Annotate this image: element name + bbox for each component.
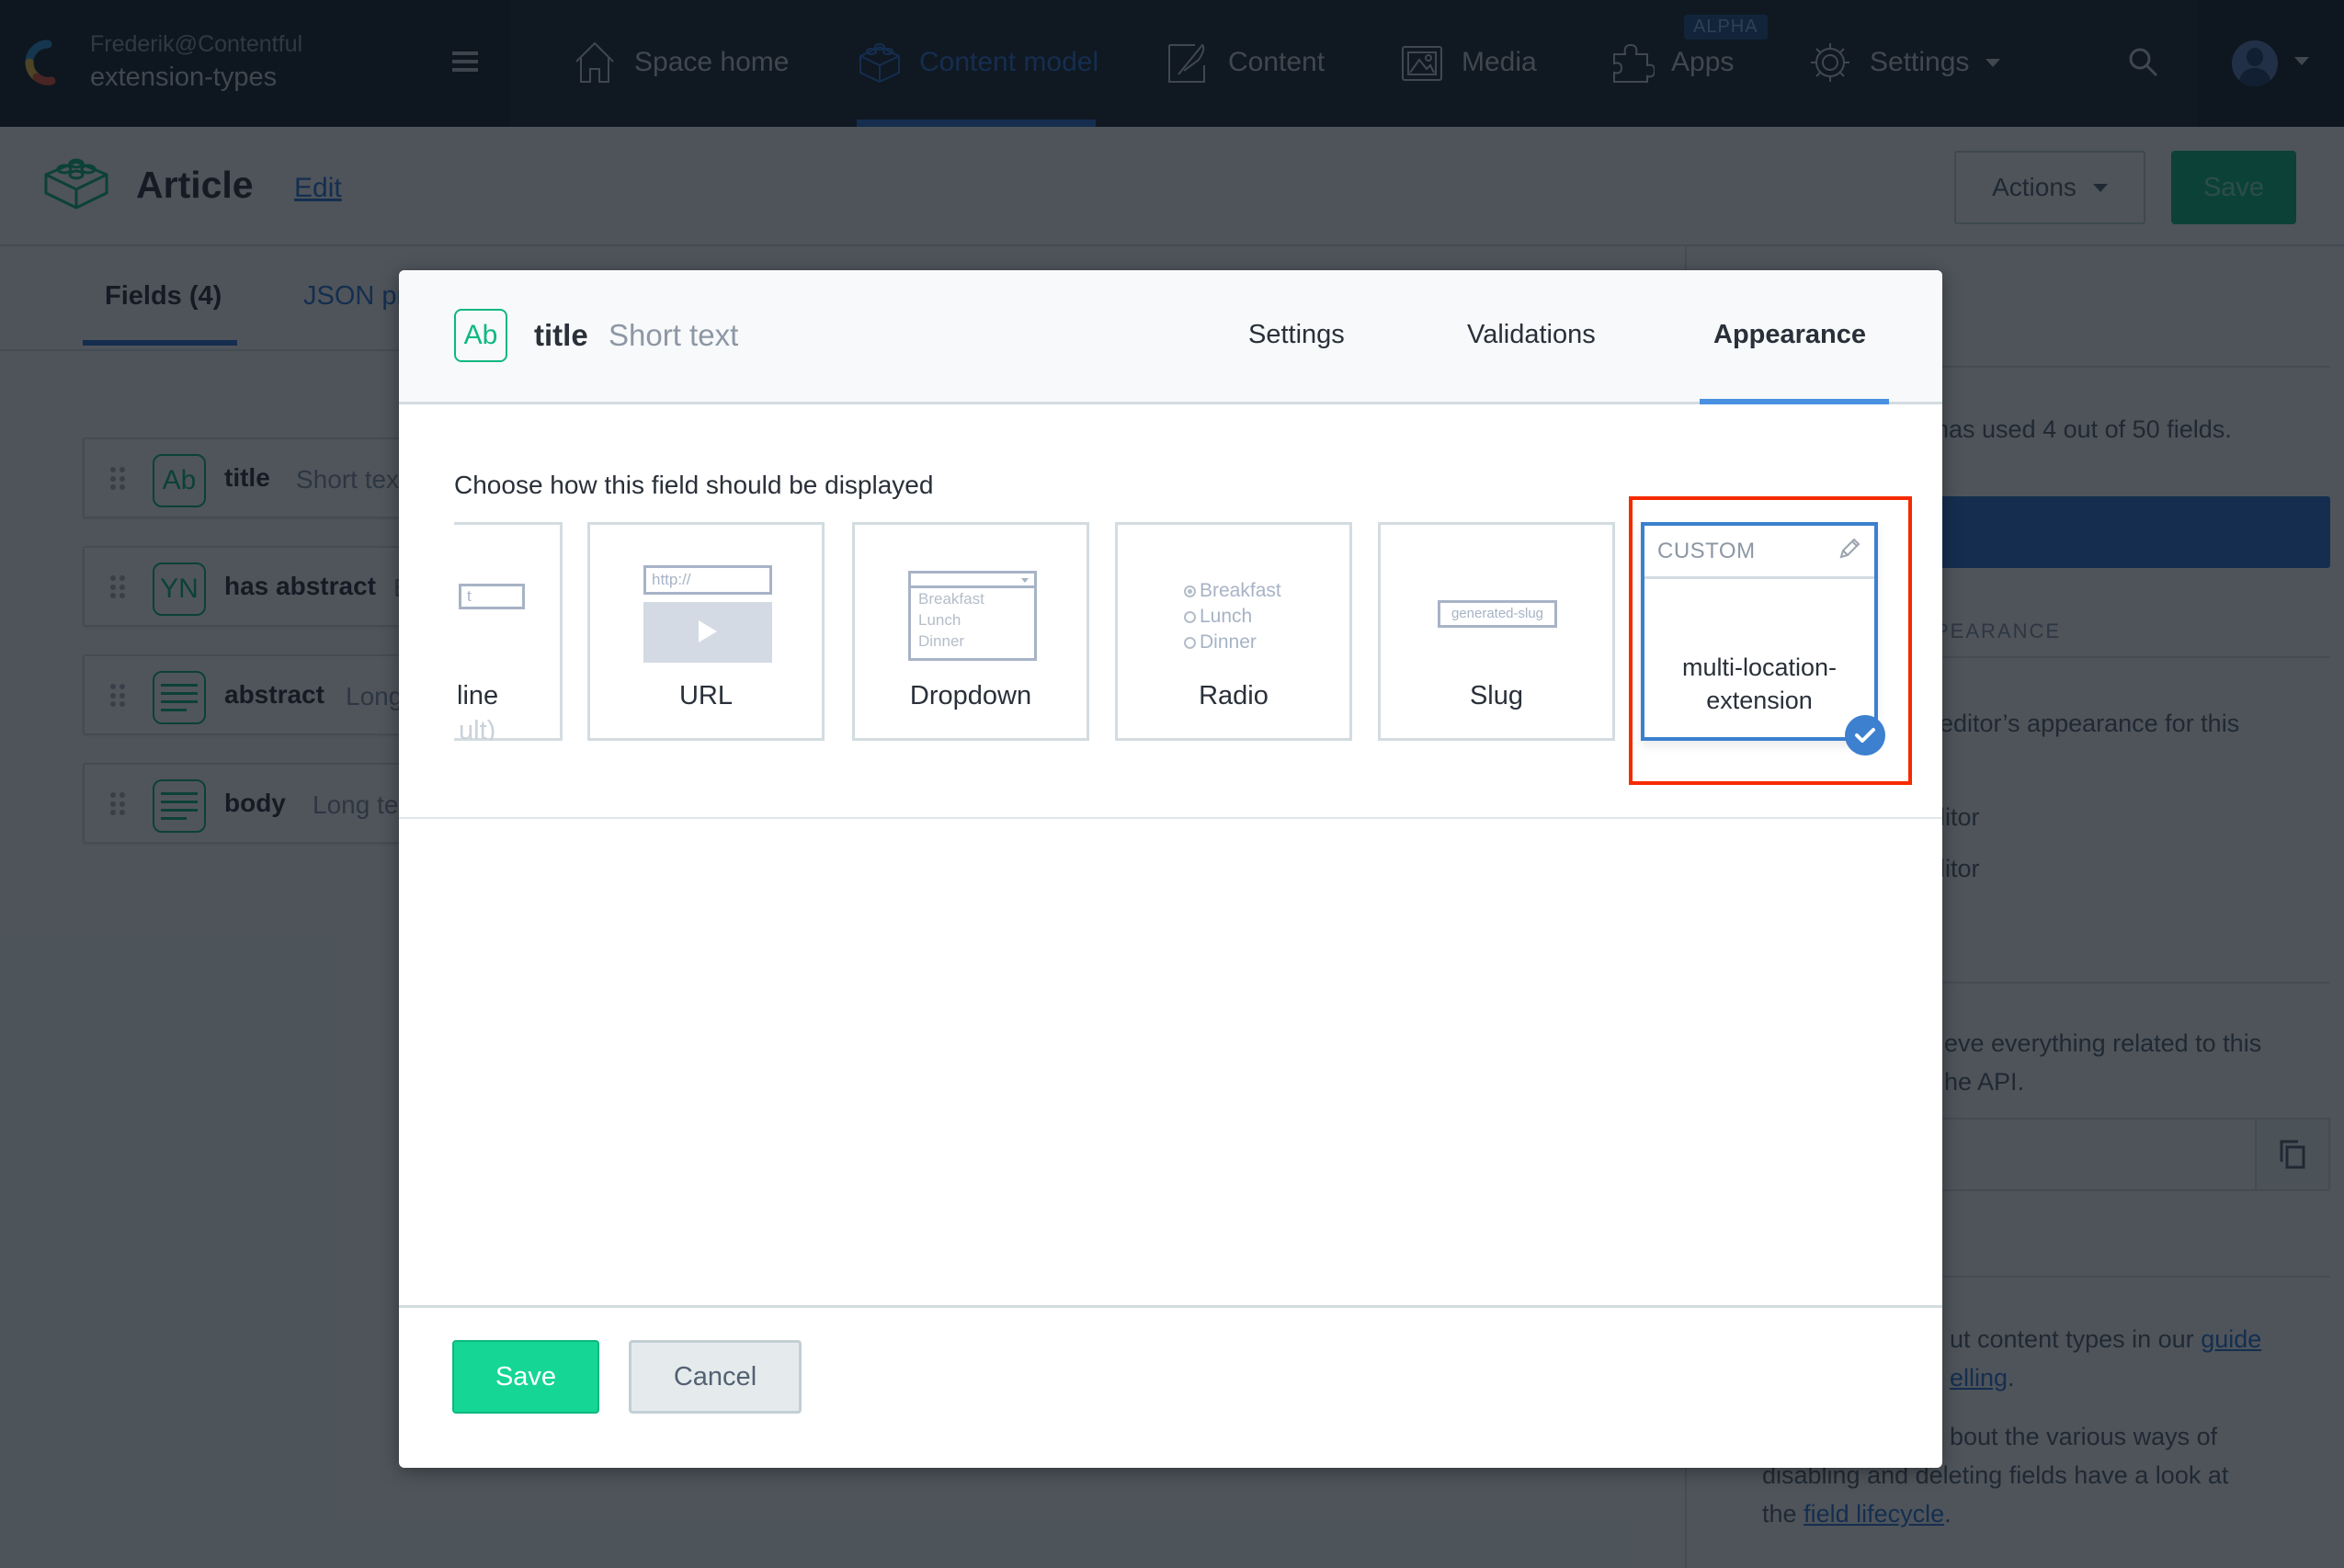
radio-selected-icon (1184, 585, 1196, 597)
appearance-option-custom-extension[interactable]: CUSTOM multi-location-extension (1641, 522, 1878, 741)
cancel-button[interactable]: Cancel (629, 1340, 802, 1414)
video-preview (643, 602, 772, 663)
appearance-option-slug[interactable]: generated-slug Slug (1378, 522, 1615, 741)
option-label: Slug (1469, 681, 1524, 710)
divider (399, 817, 1942, 819)
appearance-option-single-line[interactable]: t line ult) (454, 522, 563, 741)
pencil-icon[interactable] (1838, 537, 1861, 561)
option-sublabel: ult) (459, 716, 496, 741)
selected-check-icon (1845, 715, 1885, 756)
option-label: URL (678, 681, 733, 710)
appearance-option-url[interactable]: http:// URL (587, 522, 825, 741)
radio-preview: Breakfast Lunch Dinner (1184, 578, 1281, 655)
custom-tag: CUSTOM (1657, 539, 1756, 563)
modal-field-name: title (534, 318, 588, 352)
tab-validations[interactable]: Validations (1467, 320, 1596, 350)
preview-url-input: http:// (643, 565, 772, 595)
field-settings-modal: Ab title Short text Settings Validations… (399, 270, 1942, 1468)
tab-active-indicator (1700, 399, 1889, 404)
short-text-icon: Ab (454, 309, 507, 362)
appearance-card[interactable]: t line ult) (454, 522, 563, 741)
tab-appearance[interactable]: Appearance (1713, 320, 1866, 350)
option-label: Dropdown (909, 681, 1032, 710)
modal-field-type: Short text (609, 318, 739, 352)
option-label: Radio (1199, 681, 1269, 710)
radio-icon (1184, 636, 1196, 649)
tab-settings[interactable]: Settings (1248, 320, 1345, 350)
dropdown-preview: Breakfast Lunch Dinner (908, 571, 1037, 661)
appearance-option-dropdown[interactable]: Breakfast Lunch Dinner Dropdown (852, 522, 1089, 741)
option-label: multi-location-extension (1681, 653, 1838, 714)
chevron-down-icon (1021, 578, 1029, 583)
save-button[interactable]: Save (452, 1340, 599, 1414)
modal-header: Ab title Short text Settings Validations… (399, 270, 1942, 404)
preview-option: Lunch (918, 611, 961, 629)
divider (399, 1305, 1942, 1308)
preview-option: Dinner (918, 632, 965, 650)
preview-input: t (459, 584, 525, 609)
preview-option: Breakfast (918, 590, 984, 608)
preview-slug-input: generated-slug (1438, 600, 1557, 628)
appearance-prompt: Choose how this field should be displaye… (454, 471, 934, 499)
option-label: line (457, 681, 499, 710)
appearance-option-radio[interactable]: Breakfast Lunch Dinner Radio (1115, 522, 1352, 741)
play-icon (699, 620, 717, 642)
custom-card-header: CUSTOM (1644, 526, 1874, 579)
radio-icon (1184, 610, 1196, 623)
